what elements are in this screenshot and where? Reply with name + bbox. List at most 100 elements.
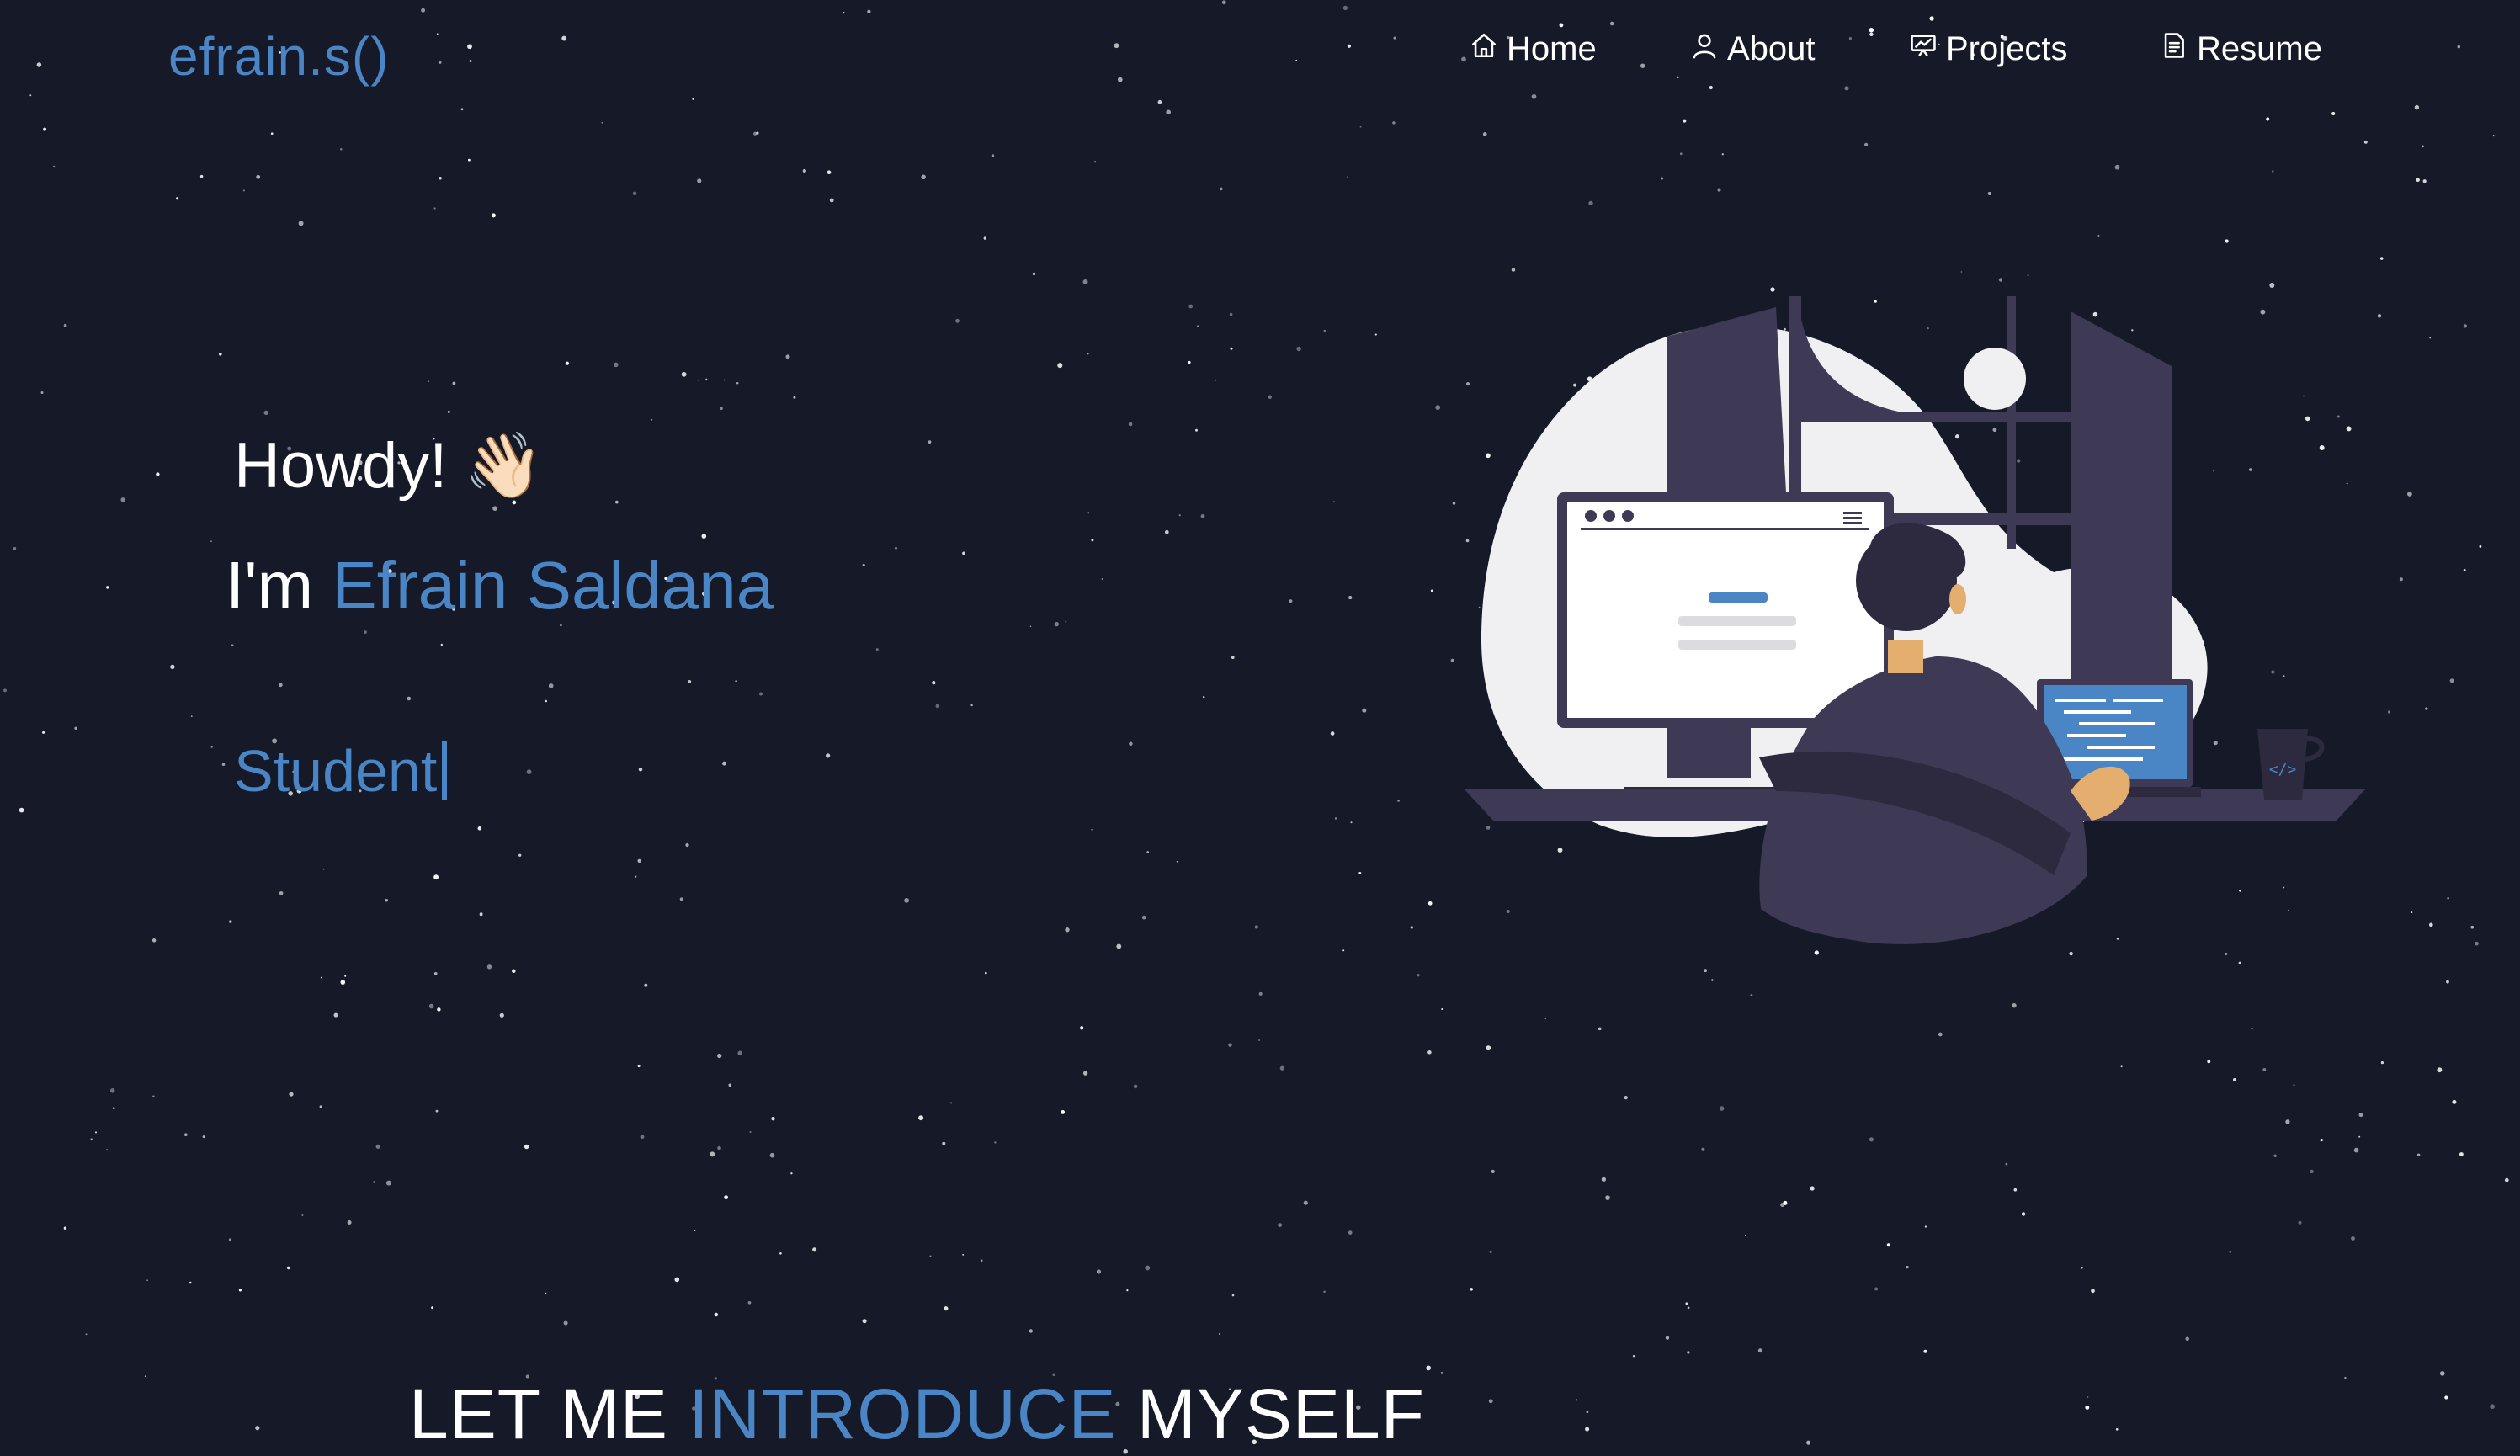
star [2399,577,2403,582]
star [1491,1169,1495,1173]
star [955,318,960,323]
star [1200,513,1205,518]
star [1435,405,1441,410]
star [1220,187,1223,191]
star [1278,1223,1282,1227]
star [2479,545,2482,548]
star [1869,1137,1874,1142]
star [1687,1306,1690,1310]
star [2470,925,2475,929]
star [1258,991,1263,996]
star [1203,696,1205,699]
star [2120,1065,2123,1068]
star [231,644,234,647]
monitor-screen [1567,502,1884,718]
star [1029,1329,1033,1333]
star [1348,596,1353,600]
nav-about[interactable]: About [1690,30,1816,68]
star [1061,1110,1066,1114]
star [289,1092,294,1097]
star [1987,191,1991,196]
star [728,1083,732,1087]
star [479,912,483,917]
star [2422,145,2424,148]
star [785,354,790,359]
star [779,1251,782,1255]
star [385,899,388,902]
star [152,1095,155,1097]
star [2233,1078,2236,1081]
star [29,94,32,97]
star [2087,1396,2089,1398]
star [428,1003,434,1009]
star [1358,871,1362,874]
star [2363,140,2368,144]
star [1178,514,1181,517]
star [298,221,304,226]
star [1810,1186,1815,1191]
star [1359,125,1362,128]
star [320,976,322,979]
star [1886,1243,1890,1247]
star [42,731,45,734]
star [904,898,909,903]
star [1559,23,1564,28]
star [1906,1266,1909,1269]
greeting-text: Howdy! [234,429,448,502]
star [339,147,343,151]
star [720,407,723,411]
star [2490,1404,2495,1410]
star [63,323,67,327]
star [1296,346,1301,352]
user-icon [1690,30,1719,68]
star [2429,337,2432,339]
star [737,1050,742,1056]
star [929,1255,932,1257]
star [1101,578,1103,580]
star [735,680,737,683]
star [1844,86,1849,91]
star [1157,99,1162,104]
star [829,198,834,203]
star [875,648,879,651]
star [862,563,865,567]
star [2475,941,2479,946]
intro-heading: I'm Efrain Saldana [226,547,774,624]
star [1441,1372,1443,1374]
star [2446,980,2449,984]
star [928,440,932,444]
star [1289,599,1293,603]
star [1452,502,1456,505]
star [287,1266,290,1270]
star [385,1180,391,1186]
star [1757,1348,1762,1353]
star [2085,1405,2090,1410]
star [2262,1067,2267,1071]
presentation-icon [1909,30,1938,68]
star [790,1172,793,1175]
star [228,1238,232,1241]
star [681,371,687,377]
nav-resume[interactable]: Resume [2160,30,2322,68]
star [1176,860,1178,863]
star [1450,658,1454,662]
star [614,362,619,368]
star [1129,741,1133,747]
star [1960,271,1963,273]
star [146,1279,148,1282]
star [144,1375,146,1378]
star [724,1195,728,1200]
star [1374,333,1377,336]
nav-projects[interactable]: Projects [1909,30,2068,68]
star [2492,135,2495,137]
star [1701,1147,1705,1151]
star [717,1145,721,1150]
star [19,807,24,813]
home-icon [1470,30,1498,68]
star [2238,961,2242,965]
star [2091,1289,2095,1294]
star [3,688,7,693]
star [340,980,346,985]
nav-home[interactable]: Home [1470,30,1597,68]
star [1096,1269,1101,1274]
